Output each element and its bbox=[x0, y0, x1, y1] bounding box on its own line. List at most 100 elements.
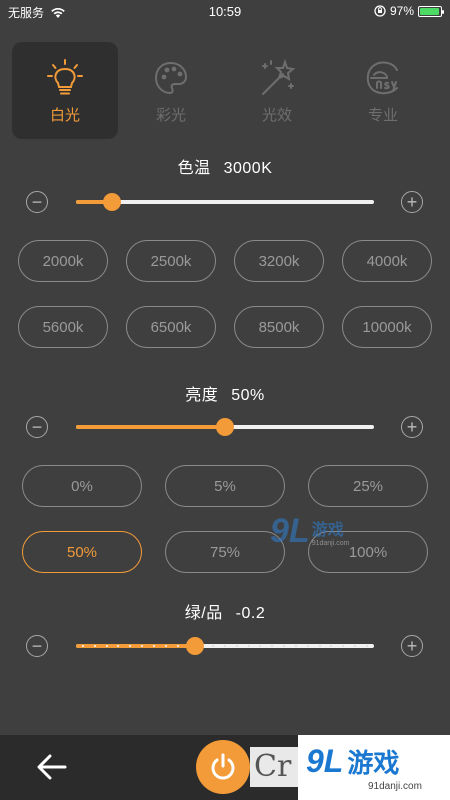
slider-tick bbox=[105, 645, 108, 647]
brightness-0-button[interactable]: 0% bbox=[22, 465, 142, 507]
tab-light-effects[interactable]: 光效 bbox=[224, 42, 330, 139]
slider-tick bbox=[152, 645, 155, 647]
orientation-lock-icon bbox=[374, 5, 386, 17]
slider-tick bbox=[294, 645, 297, 647]
slider-tick bbox=[176, 645, 179, 647]
watermark-cr-text: Cr bbox=[254, 749, 292, 784]
brand-logo-text: 游戏 bbox=[347, 748, 400, 778]
slider-tick bbox=[354, 645, 357, 647]
tab-label: 彩光 bbox=[155, 107, 186, 124]
brand-logo-row: 9L 游戏 bbox=[306, 743, 399, 780]
brightness-presets: 0% 5% 25% 50% 75% 100% bbox=[22, 465, 428, 573]
ensy-logo-icon bbox=[361, 56, 405, 100]
color-temp-label: 色温 bbox=[177, 160, 211, 177]
slider-tick bbox=[141, 645, 144, 647]
tab-professional[interactable]: 专业 bbox=[330, 42, 436, 139]
slider-tick bbox=[164, 645, 167, 647]
brightness-slider-row: − + bbox=[0, 412, 450, 442]
brightness-75-button[interactable]: 75% bbox=[165, 531, 285, 573]
green-magenta-slider[interactable] bbox=[76, 637, 374, 655]
tab-white-light[interactable]: 白光 bbox=[12, 42, 118, 139]
status-bar: 无服务 10:59 97% bbox=[0, 0, 450, 24]
tab-label: 专业 bbox=[367, 107, 398, 124]
brightness-50-button[interactable]: 50% bbox=[22, 531, 142, 573]
battery-percent: 97% bbox=[389, 4, 414, 18]
battery-level bbox=[420, 7, 440, 15]
color-temp-slider-row: − + bbox=[0, 187, 450, 217]
brightness-label: 亮度 bbox=[185, 387, 219, 404]
watermark-logo-mark: 9L bbox=[270, 512, 310, 550]
brightness-decrease-button[interactable]: − bbox=[26, 416, 48, 438]
slider-tick bbox=[271, 645, 274, 647]
preset-2000k-button[interactable]: 2000k bbox=[18, 240, 108, 282]
watermark-cr-logo: Cr bbox=[250, 747, 298, 787]
color-temp-slider-thumb[interactable] bbox=[102, 193, 121, 211]
green-magenta-slider-thumb[interactable] bbox=[186, 637, 205, 655]
color-temp-presets: 2000k 2500k 3200k 4000k 5600k 6500k 8500… bbox=[18, 240, 432, 348]
green-magenta-slider-row: − + bbox=[0, 631, 450, 661]
tab-label: 光效 bbox=[261, 107, 292, 124]
color-temp-title: 色温 3000K bbox=[0, 154, 450, 178]
green-magenta-value: -0.2 bbox=[235, 605, 266, 622]
brightness-increase-button[interactable]: + bbox=[401, 416, 423, 438]
preset-3200k-button[interactable]: 3200k bbox=[234, 240, 324, 282]
green-magenta-title: 绿/品 -0.2 bbox=[0, 599, 450, 623]
slider-tick bbox=[247, 645, 250, 647]
slider-tick bbox=[82, 645, 84, 647]
slider-tick bbox=[223, 645, 226, 647]
slider-tick bbox=[283, 645, 286, 647]
power-icon bbox=[211, 753, 235, 780]
brand-logo-mark: 9L bbox=[306, 743, 344, 779]
slider-tick bbox=[342, 645, 345, 647]
brightness-5-button[interactable]: 5% bbox=[165, 465, 285, 507]
status-right: 97% bbox=[374, 4, 444, 18]
preset-6500k-button[interactable]: 6500k bbox=[126, 306, 216, 348]
watermark-text-block: 游戏 91danji.com bbox=[312, 516, 350, 547]
brightness-25-button[interactable]: 25% bbox=[308, 465, 428, 507]
color-temp-increase-button[interactable]: + bbox=[401, 191, 423, 213]
preset-5600k-button[interactable]: 5600k bbox=[18, 306, 108, 348]
brightness-title: 亮度 50% bbox=[0, 381, 450, 405]
preset-10000k-button[interactable]: 10000k bbox=[342, 306, 432, 348]
slider-tick bbox=[93, 645, 96, 647]
preset-4000k-button[interactable]: 4000k bbox=[342, 240, 432, 282]
slider-tick bbox=[365, 645, 368, 647]
brand-watermark: 9L 游戏 91danji.com bbox=[298, 735, 450, 800]
brightness-slider-thumb[interactable] bbox=[216, 418, 234, 436]
preset-2500k-button[interactable]: 2500k bbox=[126, 240, 216, 282]
slider-tick bbox=[117, 645, 120, 647]
color-temp-slider[interactable] bbox=[76, 193, 374, 211]
green-magenta-label: 绿/品 bbox=[184, 605, 223, 622]
watermark-text: 游戏 bbox=[311, 522, 344, 539]
watermark-logo: 9L 游戏 91danji.com bbox=[270, 512, 349, 551]
bottom-bar: Cr 9L 游戏 91danji.com bbox=[0, 735, 450, 800]
slider-tick bbox=[318, 645, 321, 647]
mode-tabs: 白光 彩光 光效 专业 bbox=[12, 42, 438, 139]
watermark-url: 91danji.com bbox=[311, 540, 350, 547]
brightness-slider-fill bbox=[76, 425, 225, 429]
slider-tick bbox=[212, 645, 215, 647]
green-magenta-increase-button[interactable]: + bbox=[401, 635, 423, 657]
palette-icon bbox=[149, 56, 193, 100]
slider-tick bbox=[306, 645, 309, 647]
slider-tick bbox=[330, 645, 333, 647]
green-magenta-ticks bbox=[76, 645, 374, 647]
magic-wand-icon bbox=[255, 56, 299, 100]
brightness-slider[interactable] bbox=[76, 418, 374, 436]
slider-tick bbox=[259, 645, 262, 647]
back-arrow-icon bbox=[37, 754, 67, 780]
color-temp-value: 3000K bbox=[223, 160, 273, 177]
color-temp-decrease-button[interactable]: − bbox=[26, 191, 48, 213]
power-button[interactable] bbox=[196, 740, 250, 794]
lightbulb-icon bbox=[43, 56, 87, 100]
slider-tick bbox=[235, 645, 238, 647]
slider-tick bbox=[129, 645, 132, 647]
preset-8500k-button[interactable]: 8500k bbox=[234, 306, 324, 348]
brand-url: 91danji.com bbox=[368, 781, 422, 792]
brightness-value: 50% bbox=[231, 387, 265, 404]
tab-label: 白光 bbox=[49, 107, 80, 124]
back-button[interactable] bbox=[34, 751, 70, 783]
tab-color-light[interactable]: 彩光 bbox=[118, 42, 224, 139]
green-magenta-decrease-button[interactable]: − bbox=[26, 635, 48, 657]
battery-icon bbox=[418, 5, 444, 17]
